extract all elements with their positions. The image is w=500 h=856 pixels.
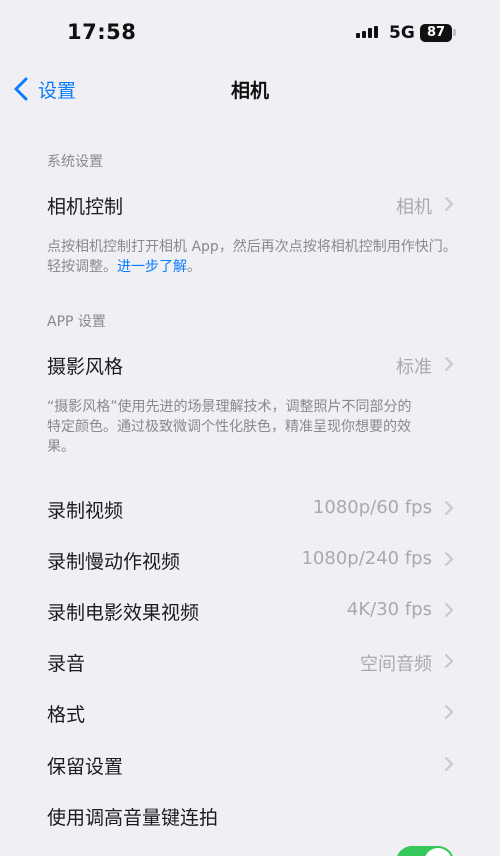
row-label: 格式 bbox=[47, 704, 86, 726]
photo-style-row[interactable]: 摄影风格 标准 bbox=[0, 339, 500, 389]
photo-style-footnote: “摄影风格”使用先进的场景理解技术，调整照片不同部分的特定颜色。通过极致微调个性… bbox=[47, 399, 412, 455]
row-value: 相机 bbox=[396, 197, 432, 218]
chevron-right-icon bbox=[445, 757, 454, 771]
cellular-signal-icon bbox=[356, 26, 380, 38]
chevron-right-icon bbox=[445, 197, 454, 211]
section-header-app: APP 设置 bbox=[47, 314, 106, 330]
chevron-right-icon bbox=[445, 501, 454, 515]
row-label: 保留设置 bbox=[47, 756, 124, 778]
row-label: 使用调高音量键连拍 bbox=[47, 807, 219, 829]
row-label: 录音 bbox=[47, 653, 86, 675]
row-label: 相机控制 bbox=[47, 196, 124, 218]
record-slomo-row[interactable]: 录制慢动作视频 1080p/240 fps bbox=[0, 534, 500, 584]
battery-tip bbox=[453, 29, 456, 36]
chevron-right-icon bbox=[445, 603, 454, 617]
formats-row[interactable]: 格式 bbox=[0, 687, 500, 737]
preserve-settings-row[interactable]: 保留设置 bbox=[0, 739, 500, 789]
row-value: 4K/30 fps bbox=[346, 599, 432, 620]
footnote-suffix: 。 bbox=[187, 259, 201, 275]
row-value: 空间音频 bbox=[360, 654, 432, 675]
chevron-right-icon bbox=[445, 552, 454, 566]
row-value: 1080p/240 fps bbox=[301, 548, 432, 569]
camera-control-row[interactable]: 相机控制 相机 bbox=[0, 179, 500, 229]
row-label: 录制电影效果视频 bbox=[47, 602, 200, 624]
volume-burst-toggle[interactable] bbox=[396, 846, 454, 856]
row-label: 录制慢动作视频 bbox=[47, 551, 181, 573]
page-title: 相机 bbox=[230, 80, 269, 102]
chevron-right-icon bbox=[445, 654, 454, 668]
row-value: 标准 bbox=[396, 357, 432, 378]
navigation-bar: 设置 相机 bbox=[0, 66, 500, 114]
toggle-knob bbox=[424, 848, 452, 856]
learn-more-link[interactable]: 进一步了解 bbox=[117, 259, 187, 275]
network-type: 5G bbox=[389, 23, 415, 43]
row-label: 录制视频 bbox=[47, 500, 124, 522]
battery-icon: 87 bbox=[420, 24, 452, 42]
volume-burst-row: 使用调高音量键连拍 bbox=[0, 790, 500, 840]
status-time: 17:58 bbox=[67, 20, 137, 44]
chevron-right-icon bbox=[445, 705, 454, 719]
footnote-text: 点按相机控制打开相机 App，然后再次点按将相机控制用作快门。轻按调整。 bbox=[47, 239, 457, 275]
record-audio-row[interactable]: 录音 空间音频 bbox=[0, 636, 500, 686]
record-cinematic-row[interactable]: 录制电影效果视频 4K/30 fps bbox=[0, 585, 500, 635]
row-label: 摄影风格 bbox=[47, 356, 124, 378]
record-video-row[interactable]: 录制视频 1080p/60 fps bbox=[0, 483, 500, 533]
status-bar: 17:58 5G 87 bbox=[0, 0, 500, 66]
section-header-system: 系统设置 bbox=[47, 154, 103, 170]
camera-control-footnote: 点按相机控制打开相机 App，然后再次点按将相机控制用作快门。轻按调整。进一步了… bbox=[47, 237, 457, 277]
chevron-right-icon bbox=[445, 357, 454, 371]
row-value: 1080p/60 fps bbox=[312, 497, 432, 518]
